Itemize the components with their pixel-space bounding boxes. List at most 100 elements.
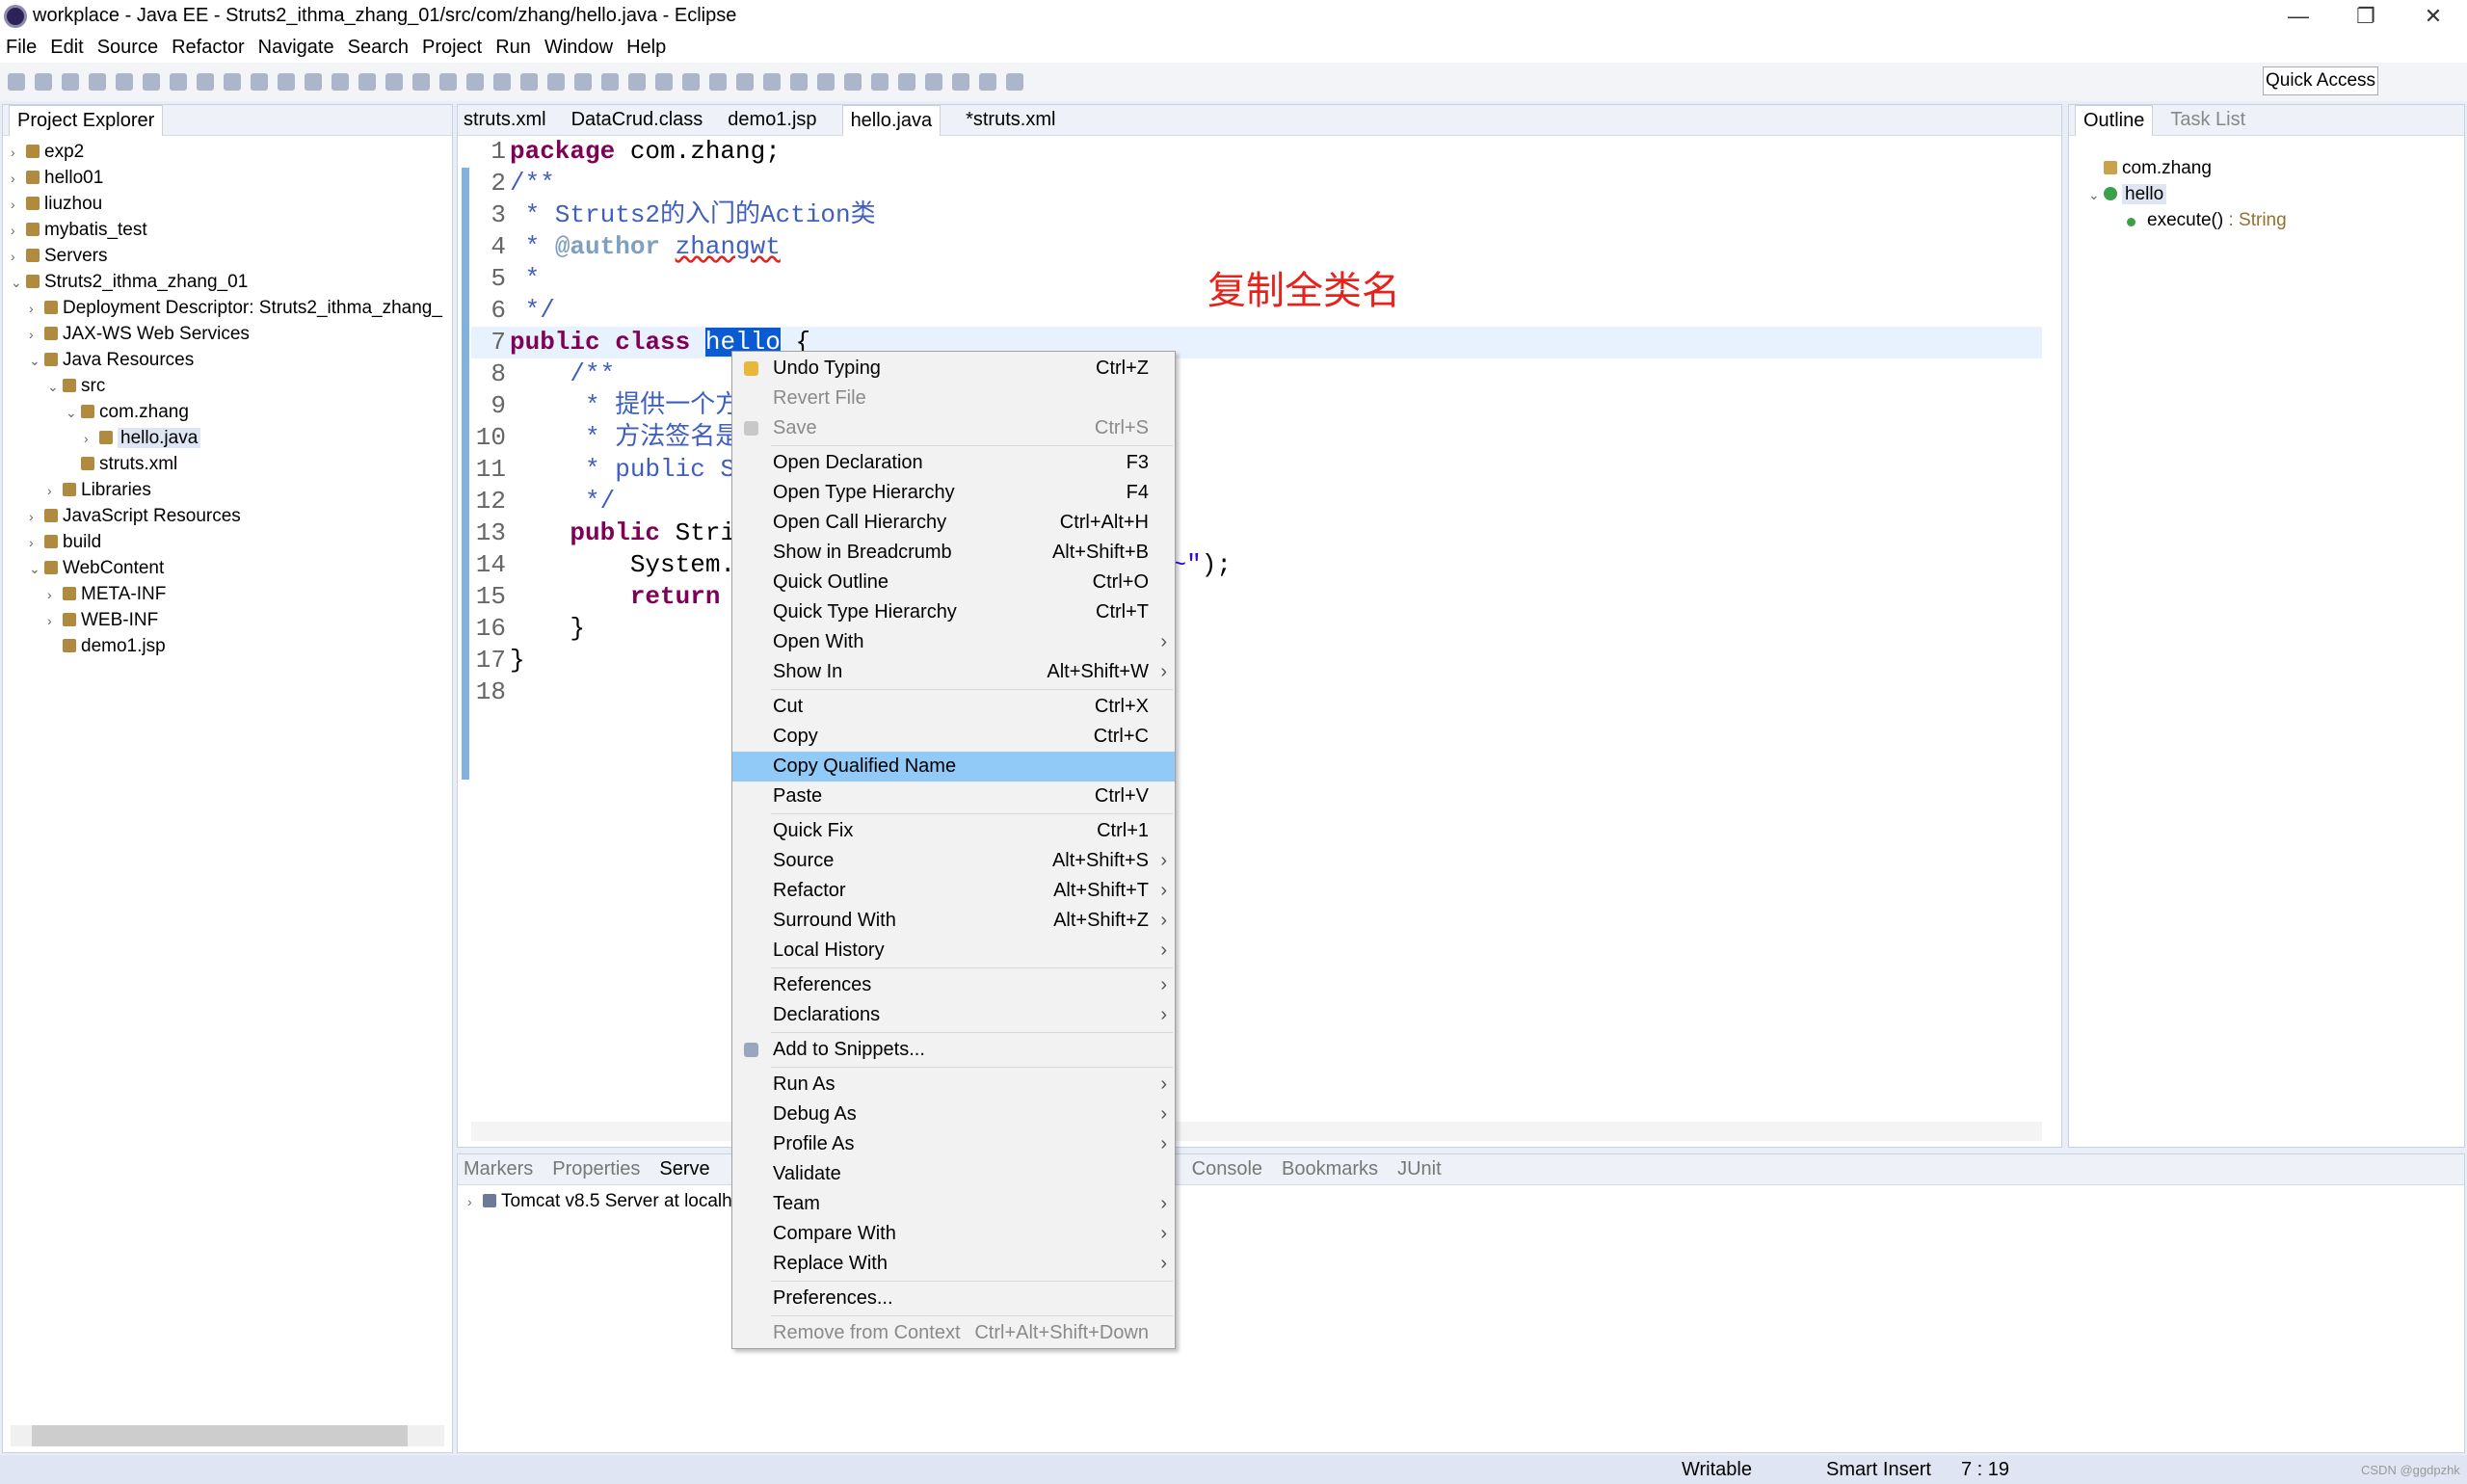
toolbar-button-icon[interactable]	[520, 73, 538, 91]
toolbar-button-icon[interactable]	[574, 73, 592, 91]
toolbar-button-icon[interactable]	[628, 73, 646, 91]
horizontal-scrollbar[interactable]	[11, 1425, 444, 1446]
toolbar-button-icon[interactable]	[844, 73, 862, 91]
expand-toggle-icon[interactable]: ›	[47, 478, 63, 504]
expand-toggle-icon[interactable]: ›	[47, 582, 63, 608]
bottom-tab-properties[interactable]: Properties	[552, 1158, 640, 1180]
toolbar-button-icon[interactable]	[1006, 73, 1023, 91]
expand-toggle-icon[interactable]: ›	[29, 296, 44, 322]
tree-item[interactable]: › hello01	[11, 165, 452, 191]
tree-item[interactable]: › build	[11, 529, 452, 555]
toolbar-button-icon[interactable]	[278, 73, 295, 91]
tab-task-list[interactable]: Task List	[2170, 109, 2245, 131]
tree-item[interactable]: › mybatis_test	[11, 217, 452, 243]
menu-item-revert-file[interactable]: Revert File	[732, 384, 1175, 413]
toolbar-button-icon[interactable]	[547, 73, 565, 91]
menu-item-open-type-hierarchy[interactable]: Open Type Hierarchy F4	[732, 478, 1175, 508]
expand-toggle-icon[interactable]: ›	[11, 166, 26, 192]
menu-item-copy-qualified-name[interactable]: Copy Qualified Name	[732, 752, 1175, 782]
toolbar-button-icon[interactable]	[601, 73, 619, 91]
expand-toggle-icon[interactable]: ›	[29, 504, 44, 530]
toolbar-button-icon[interactable]	[466, 73, 484, 91]
menu-edit[interactable]: Edit	[50, 37, 83, 59]
quick-access-input[interactable]: Quick Access	[2263, 66, 2378, 95]
toolbar-button-icon[interactable]	[817, 73, 835, 91]
editor-tab[interactable]: struts.xml	[464, 109, 546, 131]
toolbar-button-icon[interactable]	[871, 73, 889, 91]
menu-item-debug-as[interactable]: Debug As ›	[732, 1100, 1175, 1129]
tree-item[interactable]: › Deployment Descriptor: Struts2_ithma_zh…	[11, 295, 452, 321]
toolbar-button-icon[interactable]	[170, 73, 187, 91]
tree-item[interactable]: ⌄ src	[11, 373, 452, 399]
toolbar-button-icon[interactable]	[358, 73, 376, 91]
menu-item-run-as[interactable]: Run As ›	[732, 1070, 1175, 1100]
toolbar-button-icon[interactable]	[224, 73, 241, 91]
editor-tab[interactable]: hello.java	[841, 104, 942, 136]
menu-item-declarations[interactable]: Declarations ›	[732, 1000, 1175, 1030]
close-button[interactable]: ✕	[2400, 0, 2467, 32]
expand-toggle-icon[interactable]: ›	[47, 608, 63, 634]
menu-help[interactable]: Help	[626, 37, 666, 59]
bottom-tab-serve[interactable]: Serve	[659, 1158, 709, 1180]
menu-item-cut[interactable]: Cut Ctrl+X	[732, 692, 1175, 722]
tree-item[interactable]: › liuzhou	[11, 191, 452, 217]
toolbar-button-icon[interactable]	[682, 73, 700, 91]
toolbar-button-icon[interactable]	[116, 73, 133, 91]
menu-item-quick-fix[interactable]: Quick Fix Ctrl+1	[732, 816, 1175, 846]
menu-window[interactable]: Window	[544, 37, 613, 59]
menu-item-references[interactable]: References ›	[732, 970, 1175, 1000]
menu-item-preferences[interactable]: Preferences...	[732, 1284, 1175, 1313]
editor-tab[interactable]: demo1.jsp	[728, 109, 816, 131]
editor-tab[interactable]: DataCrud.class	[571, 109, 703, 131]
menu-item-open-call-hierarchy[interactable]: Open Call Hierarchy Ctrl+Alt+H	[732, 508, 1175, 538]
toolbar-button-icon[interactable]	[439, 73, 457, 91]
menu-item-add-to-snippets[interactable]: Add to Snippets...	[732, 1035, 1175, 1065]
expand-toggle-icon[interactable]: ›	[29, 530, 44, 556]
menu-project[interactable]: Project	[422, 37, 482, 59]
toolbar-button-icon[interactable]	[8, 73, 25, 91]
menu-run[interactable]: Run	[495, 37, 531, 59]
toolbar-button-icon[interactable]	[655, 73, 673, 91]
toolbar-button-icon[interactable]	[979, 73, 996, 91]
tree-item[interactable]: › Servers	[11, 243, 452, 269]
toolbar-button-icon[interactable]	[790, 73, 808, 91]
expand-toggle-icon[interactable]: ⌄	[29, 556, 44, 582]
menu-item-refactor[interactable]: Refactor Alt+Shift+T ›	[732, 876, 1175, 906]
outline-package[interactable]: com.zhang	[2088, 155, 2464, 181]
expand-toggle-icon[interactable]: ›	[11, 244, 26, 270]
menu-item-show-in[interactable]: Show In Alt+Shift+W ›	[732, 657, 1175, 687]
toolbar-button-icon[interactable]	[197, 73, 214, 91]
code-editor[interactable]: struts.xml DataCrud.class demo1.jsp hello.j…	[457, 104, 2062, 1148]
editor-tab[interactable]: *struts.xml	[966, 109, 1055, 131]
expand-toggle-icon[interactable]: ›	[84, 426, 99, 452]
expand-toggle-icon[interactable]: ›	[29, 322, 44, 348]
tab-project-explorer[interactable]: Project Explorer	[9, 104, 164, 136]
toolbar-button-icon[interactable]	[89, 73, 106, 91]
expand-toggle-icon[interactable]: ›	[11, 140, 26, 166]
tree-item[interactable]: › hello.java	[11, 425, 452, 451]
menu-item-paste[interactable]: Paste Ctrl+V	[732, 782, 1175, 811]
menu-item-show-in-breadcrumb[interactable]: Show in Breadcrumb Alt+Shift+B	[732, 538, 1175, 568]
menu-item-quick-type-hierarchy[interactable]: Quick Type Hierarchy Ctrl+T	[732, 597, 1175, 627]
bottom-tab-console[interactable]: Console	[1192, 1158, 1262, 1180]
tree-item[interactable]: › Libraries	[11, 477, 452, 503]
expand-toggle-icon[interactable]: ⌄	[11, 270, 26, 296]
toolbar-button-icon[interactable]	[305, 73, 322, 91]
menu-source[interactable]: Source	[97, 37, 158, 59]
toolbar-button-icon[interactable]	[251, 73, 268, 91]
toolbar-button-icon[interactable]	[763, 73, 781, 91]
menu-item-remove-from-context[interactable]: Remove from Context Ctrl+Alt+Shift+Down	[732, 1318, 1175, 1348]
tree-item[interactable]: struts.xml	[11, 451, 452, 477]
tree-item[interactable]: › WEB-INF	[11, 607, 452, 633]
toolbar-button-icon[interactable]	[898, 73, 915, 91]
tree-item[interactable]: › exp2	[11, 139, 452, 165]
tree-item[interactable]: ⌄ WebContent	[11, 555, 452, 581]
tree-item[interactable]: ⌄ Struts2_ithma_zhang_01	[11, 269, 452, 295]
toolbar-button-icon[interactable]	[709, 73, 727, 91]
tree-item[interactable]: › META-INF	[11, 581, 452, 607]
menu-item-surround-with[interactable]: Surround With Alt+Shift+Z ›	[732, 906, 1175, 936]
menu-item-source[interactable]: Source Alt+Shift+S ›	[732, 846, 1175, 876]
menu-item-replace-with[interactable]: Replace With ›	[732, 1249, 1175, 1279]
toolbar-button-icon[interactable]	[952, 73, 969, 91]
menu-item-validate[interactable]: Validate	[732, 1159, 1175, 1189]
